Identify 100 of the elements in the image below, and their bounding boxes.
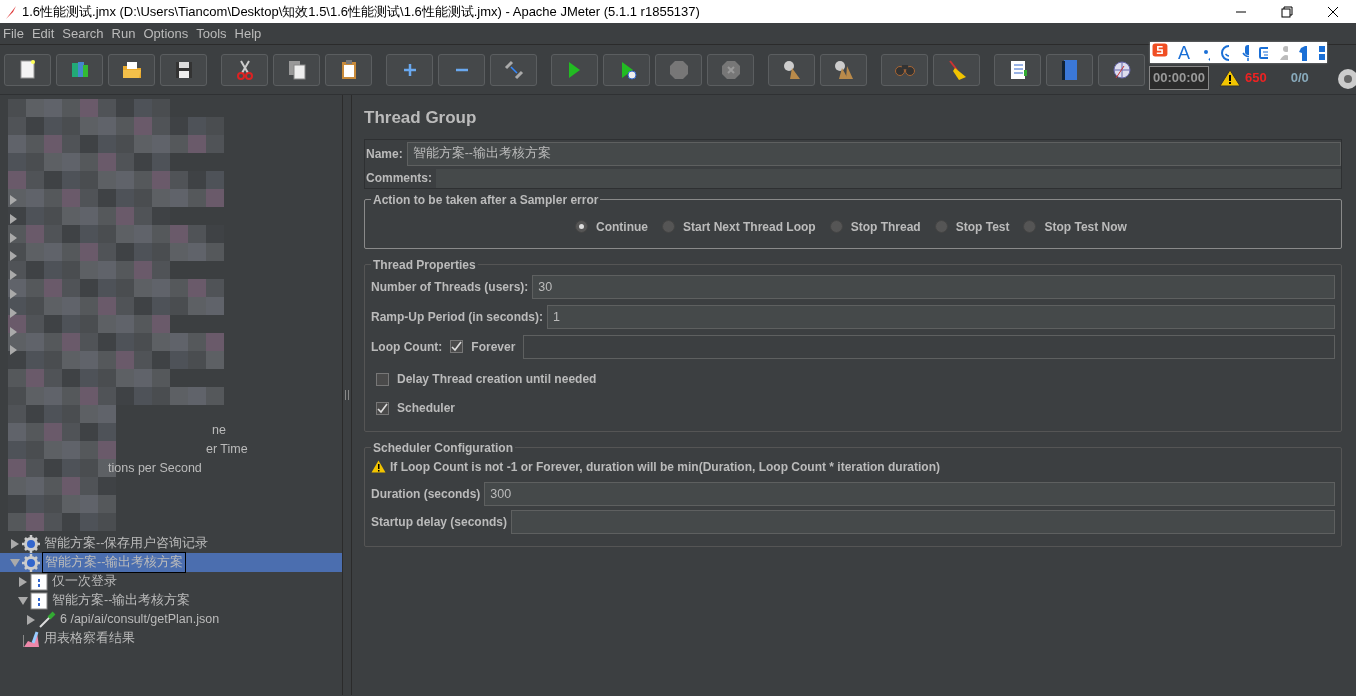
text-field[interactable]: 300 — [484, 481, 1335, 506]
field-label: Name: — [366, 145, 403, 163]
gear-icon — [22, 553, 40, 572]
clipboard-button[interactable] — [325, 53, 372, 86]
tree-item-text: tions per Second — [108, 460, 202, 477]
close-icon[interactable] — [1327, 5, 1339, 18]
expand-arrow-icon[interactable] — [10, 307, 17, 318]
folder-button[interactable] — [108, 53, 155, 86]
checkbox-label: Forever — [471, 338, 516, 356]
expand-arrow-icon[interactable] — [10, 195, 17, 205]
field-label: Ramp-Up Period (in seconds): — [371, 308, 543, 326]
chart-icon — [22, 629, 40, 648]
broom-button[interactable] — [933, 53, 980, 86]
tree-item[interactable]: 智能方案--保存用户咨询记录 — [42, 534, 211, 553]
tree-item[interactable]: 用表格察看结果 — [42, 629, 137, 648]
expand-arrow-icon[interactable] — [10, 270, 17, 281]
field-label: Duration (seconds) — [371, 485, 481, 503]
field-label: Number of Threads (users): — [371, 278, 529, 296]
controller-icon — [30, 572, 48, 591]
ime-letter[interactable]: A — [1177, 43, 1190, 62]
radio-button[interactable] — [934, 220, 948, 233]
checkbox-label: Delay Thread creation until needed — [397, 371, 597, 388]
thread-count: 0/0 — [1290, 69, 1309, 88]
stop-sign-button[interactable] — [655, 53, 702, 86]
status-icon[interactable] — [1336, 67, 1356, 90]
expand-arrow-icon[interactable] — [18, 576, 28, 587]
text-field[interactable] — [511, 509, 1335, 534]
panel-title: Thread Group — [364, 107, 478, 129]
expand-arrow-icon[interactable] — [10, 538, 20, 549]
expand-arrow-icon[interactable] — [10, 251, 17, 262]
gear-broom-button[interactable] — [768, 53, 815, 86]
menu-item[interactable]: Options — [140, 23, 194, 44]
radio-button[interactable] — [829, 220, 843, 233]
group-title: Action to be taken after a Sampler error — [372, 193, 600, 206]
window-title: 1.6性能测试.jmx (D:\Users\Tiancom\Desktop\知效1.5\1.6性能测试\1.6性能测试.jmx) - Apache JMeter (5.1.1 r1855137) — [21, 2, 701, 21]
group-title: Scheduler Configuration — [372, 441, 514, 454]
menu-item[interactable]: Run — [108, 23, 141, 44]
name-field[interactable]: 智能方案--输出考核方案 — [406, 141, 1341, 166]
checkbox[interactable] — [376, 401, 389, 415]
play-icon — [569, 61, 580, 78]
expand-arrow-icon[interactable] — [10, 213, 17, 224]
option-label: Continue — [596, 218, 648, 236]
microphone-icon[interactable] — [1239, 43, 1249, 62]
collapse-arrow-icon[interactable] — [18, 595, 28, 606]
expand-arrow-icon[interactable] — [10, 232, 17, 243]
notebook-button[interactable] — [994, 53, 1041, 86]
radio-button[interactable] — [662, 220, 675, 233]
checkbox[interactable] — [376, 372, 389, 386]
expand-arrow-icon[interactable] — [10, 345, 17, 356]
tree-item[interactable]: 智能方案--输出考核方案 — [50, 591, 193, 610]
menu-item[interactable]: Search — [59, 23, 109, 44]
radio-button[interactable] — [575, 220, 588, 233]
warning-text: If Loop Count is not -1 or Forever, duration will be min(Duration, Loop Count * iteration duration) — [390, 458, 940, 476]
controller-icon — [30, 591, 48, 610]
error-count: 650 — [1245, 69, 1267, 88]
help-book-button[interactable] — [1046, 53, 1093, 86]
gear-brooms-button[interactable] — [820, 53, 867, 86]
option-label: Stop Test — [955, 218, 1010, 236]
checkbox-label: Scheduler — [397, 400, 456, 417]
octagon-x-button[interactable] — [707, 53, 754, 86]
menu-item[interactable]: Tools — [193, 23, 232, 44]
restore-icon[interactable] — [1281, 5, 1293, 18]
menu-item[interactable]: Help — [231, 23, 267, 44]
binoculars-icon — [894, 63, 915, 76]
group-title: Thread Properties — [372, 258, 477, 271]
grid-icon[interactable] — [1317, 43, 1327, 62]
expand-arrow-icon[interactable] — [10, 326, 17, 337]
expand-arrow-icon[interactable] — [26, 614, 36, 625]
copy-button[interactable] — [273, 53, 320, 86]
comments-field[interactable] — [436, 168, 1341, 188]
tree-item[interactable]: 6 /api/ai/consult/getPlan.json — [58, 610, 222, 629]
splitter-handle-icon[interactable] — [345, 390, 349, 400]
field-label: Comments: — [366, 170, 432, 187]
menu-item[interactable]: File — [0, 23, 29, 44]
dropper-icon — [38, 610, 56, 629]
play-no-pause-button[interactable] — [603, 53, 650, 86]
option-label: Stop Test Now — [1044, 218, 1127, 236]
wand-button[interactable] — [490, 53, 537, 86]
field-label: Startup delay (seconds) — [371, 513, 508, 531]
tree-item[interactable]: 仅一次登录 — [50, 572, 119, 591]
floppy-disk-button[interactable] — [160, 53, 207, 86]
document-button[interactable] — [4, 53, 51, 86]
text-field[interactable]: 1 — [547, 304, 1335, 329]
plus-button[interactable] — [386, 53, 433, 86]
option-label: Start Next Thread Loop — [683, 218, 816, 236]
checkbox[interactable] — [450, 340, 464, 353]
menu-item[interactable]: Edit — [28, 23, 60, 44]
tree-item-text: er Time — [206, 441, 248, 458]
globe-button[interactable] — [1098, 53, 1145, 86]
timer-display: 00:00:00 — [1149, 66, 1210, 90]
warning-icon — [371, 460, 386, 473]
text-field[interactable]: 30 — [532, 274, 1335, 299]
scissors-button[interactable] — [221, 53, 268, 86]
option-label: Stop Thread — [850, 218, 921, 236]
warning-icon[interactable] — [1219, 69, 1242, 87]
play-button[interactable] — [551, 53, 598, 86]
radio-button[interactable] — [1023, 220, 1037, 233]
expand-arrow-icon[interactable] — [10, 289, 17, 299]
field-label: Loop Count: — [371, 338, 443, 356]
books-button[interactable] — [56, 53, 103, 86]
